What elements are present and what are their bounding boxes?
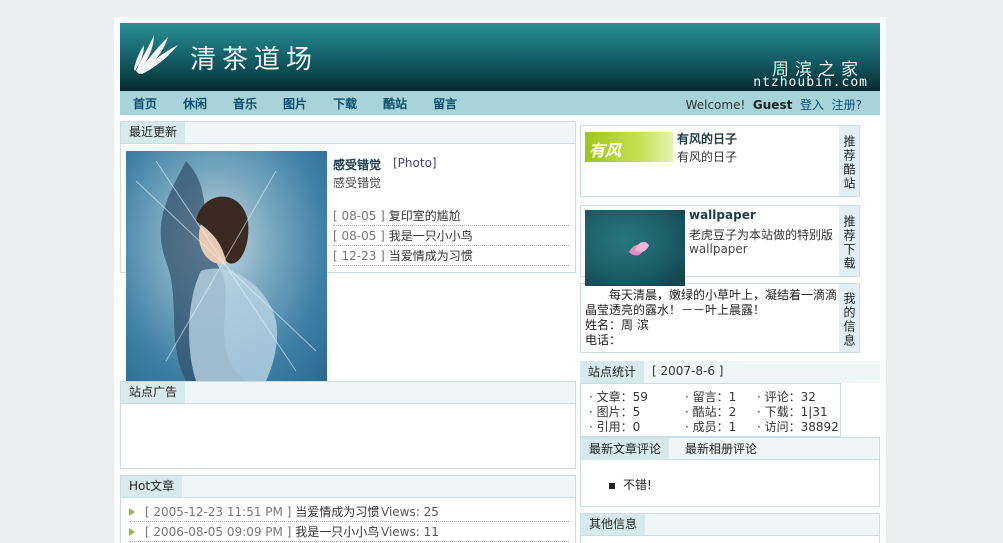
stat-visits: · 访问：38892 [757, 420, 839, 434]
hot-tabstrip [121, 476, 575, 498]
recommended-site-panel: 有风 有风的日子 有风的日子 推荐酷站 [580, 125, 860, 197]
stats-grid: · 文章：59 · 留言：1 · 评论：32 · 图片：5 · 酷站：2 · 下… [580, 383, 841, 437]
recent-tab[interactable]: 最近更新 [121, 122, 186, 143]
site-banner: 清茶道场 周滨之家 ntzhoubin.com [120, 23, 880, 91]
stat-members: · 成员：1 [685, 420, 737, 434]
featured-title[interactable]: 感受错觉 [333, 156, 381, 173]
item-title[interactable]: 我是一只小小鸟 [389, 229, 473, 243]
featured-photo[interactable] [126, 151, 327, 381]
recommended-download-label: 推荐下载 [839, 206, 859, 276]
featured-tag: [Photo] [393, 156, 437, 170]
row-views: Views: 25 [381, 505, 439, 519]
nav-music[interactable]: 音乐 [233, 95, 257, 112]
register-link[interactable]: 注册? [832, 98, 862, 112]
row-views: Views: 11 [381, 525, 439, 539]
stats-tab[interactable]: 站点统计 [580, 361, 645, 383]
item-date: [ 08-05 ] [333, 209, 385, 223]
hot-tab[interactable]: Hot文章 [121, 476, 183, 497]
phone-line: 电话： [585, 333, 622, 347]
nav-download[interactable]: 下载 [333, 95, 357, 112]
site-stats-panel: 站点统计 [ 2007-8-6 ] · 文章：59 · 留言：1 · 评论：32… [580, 361, 880, 437]
ad-tab[interactable]: 站点广告 [121, 382, 186, 403]
row-date: [ 2005-12-23 11:51 PM ] [144, 505, 292, 519]
photo-illustration [135, 160, 317, 381]
leaf-logo-icon [134, 35, 178, 74]
nav-guestbook[interactable]: 留言 [433, 95, 457, 112]
recent-tabstrip [121, 122, 575, 144]
my-info-panel: 每天清晨，嫩绿的小草叶上，凝结着一滴滴晶莹透亮的露水！－－叶上晨露！ 姓名：周 … [580, 283, 860, 353]
row-title[interactable]: 我是一只小小鸟 [295, 525, 379, 539]
list-item[interactable]: [ 12-23 ] 当爱情成为习惯 [333, 246, 569, 266]
name-line: 姓名：周 滨 [585, 318, 649, 332]
item-title[interactable]: 当爱情成为习惯 [389, 249, 473, 263]
stat-citations: · 引用：0 [589, 420, 641, 434]
stats-date: [ 2007-8-6 ] [652, 364, 724, 378]
comment-text[interactable]: 不错! [623, 478, 652, 492]
site-title: 清茶道场 [190, 45, 319, 75]
motto-text: 每天清晨，嫩绿的小草叶上，凝结着一滴滴晶莹透亮的露水！－－叶上晨露！ [585, 288, 838, 317]
other-info-panel: 其他信息 [580, 513, 880, 543]
download-name[interactable]: wallpaper [689, 208, 756, 222]
guest-name: Guest [752, 98, 793, 112]
square-bullet-icon [609, 482, 615, 489]
row-date: [ 2006-08-05 09:09 PM ] [144, 525, 292, 539]
site-domain: ntzhoubin.com [753, 75, 868, 90]
row-title[interactable]: 当爱情成为习惯 [295, 505, 379, 519]
triangle-bullet-icon [129, 528, 135, 536]
recommended-download-panel: wallpaper 老虎豆子为本站做的特别版 wallpaper 推荐下载 [580, 205, 860, 286]
triangle-bullet-icon [129, 508, 135, 516]
main-nav: 首页 休闲 音乐 图片 下载 酷站 留言 Welcome! Guest 登入 注… [120, 91, 880, 115]
tab-album-comments[interactable]: 最新相册评论 [685, 438, 757, 460]
item-title[interactable]: 复印室的尴尬 [389, 209, 461, 223]
info-text-block: 每天清晨，嫩绿的小草叶上，凝结着一滴滴晶莹透亮的露水！－－叶上晨露！ 姓名：周 … [585, 288, 837, 348]
download-sub: wallpaper [689, 242, 748, 256]
comment-item[interactable]: 不错! [609, 476, 652, 493]
cool-site-banner-text: 有风 [589, 141, 622, 160]
list-item[interactable]: [ 08-05 ] 复印室的尴尬 [333, 206, 569, 226]
tab-article-comments[interactable]: 最新文章评论 [581, 438, 670, 460]
login-link[interactable]: 登入 [800, 98, 824, 112]
other-tab[interactable]: 其他信息 [581, 514, 646, 535]
site-ad-panel: 站点广告 [120, 381, 576, 469]
lotus-icon [629, 241, 649, 256]
recommended-site-label: 推荐酷站 [839, 126, 859, 196]
nav-leisure[interactable]: 休闲 [183, 95, 207, 112]
page: 清茶道场 周滨之家 ntzhoubin.com 首页 休闲 音乐 图片 下载 酷… [114, 17, 886, 543]
cool-site-name[interactable]: 有风的日子 [677, 130, 737, 147]
nav-cool-sites[interactable]: 酷站 [383, 95, 407, 112]
ad-tabstrip [121, 382, 575, 404]
list-item[interactable]: [ 08-05 ] 我是一只小小鸟 [333, 226, 569, 246]
hot-articles-panel: Hot文章 [ 2005-12-23 11:51 PM ] 当爱情成为习惯 Vi… [120, 475, 576, 543]
table-row[interactable]: [ 2005-12-23 11:51 PM ] 当爱情成为习惯 Views: 2… [129, 502, 569, 522]
latest-comments-panel: 最新文章评论 最新相册评论 不错! [580, 437, 880, 507]
welcome-text: Welcome! [685, 98, 746, 112]
nav-home[interactable]: 首页 [133, 95, 157, 112]
item-date: [ 12-23 ] [333, 249, 385, 263]
my-info-label: 我的信息 [839, 284, 859, 352]
download-desc: 老虎豆子为本站做的特别版 [689, 228, 834, 242]
table-row[interactable]: [ 2006-08-05 09:09 PM ] 我是一只小小鸟 Views: 1… [129, 522, 569, 542]
cool-site-banner[interactable]: 有风 [585, 132, 673, 162]
wallpaper-thumbnail[interactable] [585, 210, 685, 286]
item-date: [ 08-05 ] [333, 229, 385, 243]
user-bar: Welcome! Guest 登入 注册? [686, 96, 862, 113]
featured-subtitle: 感受错觉 [333, 176, 382, 190]
cool-site-desc: 有风的日子 [677, 150, 738, 164]
nav-pictures[interactable]: 图片 [283, 95, 307, 112]
